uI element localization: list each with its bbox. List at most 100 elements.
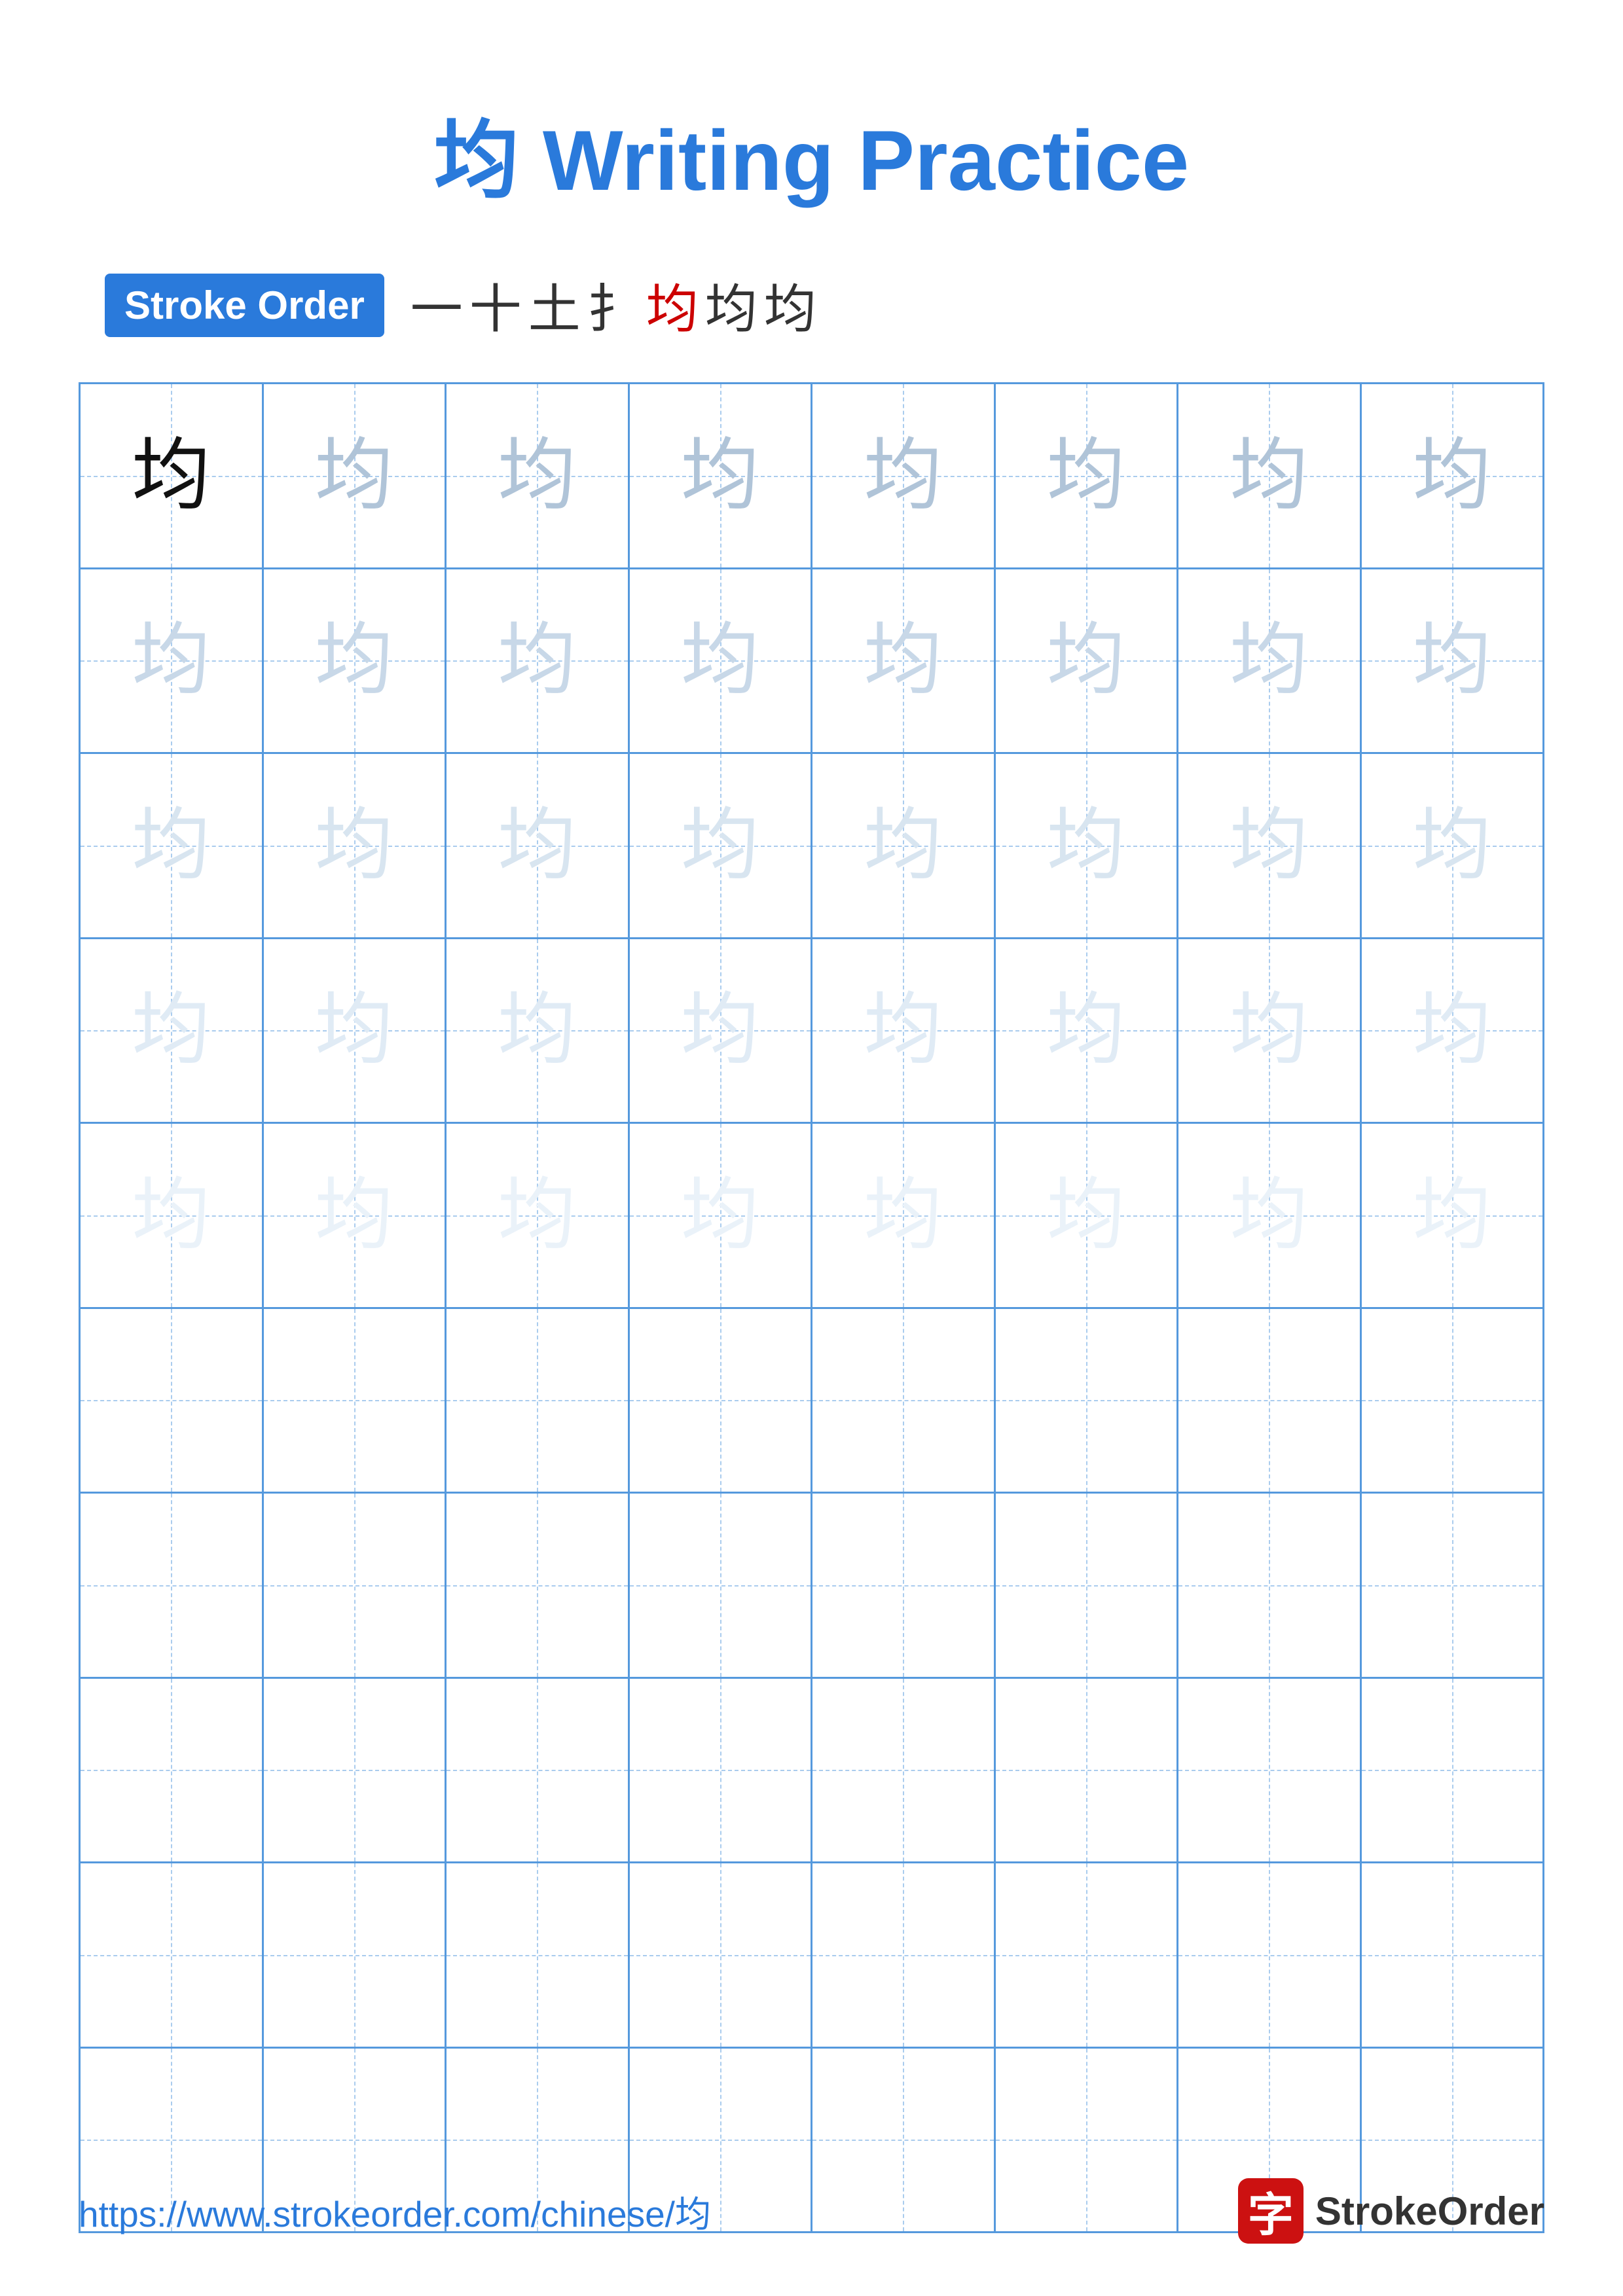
grid-cell: 均 (630, 384, 813, 567)
char-display: 均 (315, 1176, 393, 1255)
grid-row (81, 1863, 1542, 2049)
grid-cell (1178, 1309, 1362, 1492)
grid-cell (996, 1863, 1179, 2047)
grid-cell (1178, 1863, 1362, 2047)
grid-cell: 均 (996, 939, 1179, 1122)
practice-grid: 均 均 均 均 均 均 均 均 均 均 均 均 均 均 均 均 均 均 均 均 … (79, 382, 1544, 2233)
char-display: 均 (1230, 1176, 1308, 1255)
grid-row: 均 均 均 均 均 均 均 均 (81, 754, 1542, 939)
grid-cell: 均 (264, 754, 447, 937)
grid-cell: 均 (996, 754, 1179, 937)
char-display: 均 (1047, 806, 1125, 885)
grid-cell: 均 (264, 939, 447, 1122)
char-display: 均 (864, 621, 942, 700)
grid-cell: 均 (1362, 569, 1543, 753)
grid-row: 均 均 均 均 均 均 均 均 (81, 569, 1542, 755)
footer-logo-icon: 字 (1238, 2178, 1304, 2244)
grid-cell: 均 (264, 569, 447, 753)
grid-cell: 均 (996, 569, 1179, 753)
grid-cell (1178, 1679, 1362, 1862)
grid-cell: 均 (812, 939, 996, 1122)
grid-cell: 均 (812, 1124, 996, 1307)
grid-row (81, 1494, 1542, 1679)
grid-cell (264, 1494, 447, 1677)
char-display: 均 (681, 1176, 759, 1255)
grid-cell: 均 (630, 1124, 813, 1307)
stroke-order-row: Stroke Order 一 十 土 扌 均 均 均 (105, 267, 1544, 343)
grid-cell (630, 1863, 813, 2047)
grid-cell: 均 (447, 1124, 630, 1307)
grid-cell (996, 1494, 1179, 1677)
char-display: 均 (1047, 437, 1125, 515)
grid-cell: 均 (447, 569, 630, 753)
grid-cell: 均 (1178, 754, 1362, 937)
grid-cell: 均 (81, 939, 264, 1122)
grid-row: 均 均 均 均 均 均 均 均 (81, 384, 1542, 569)
stroke-3: 土 (528, 267, 581, 343)
char-display: 均 (498, 621, 576, 700)
char-display: 均 (864, 806, 942, 885)
char-display: 均 (1413, 621, 1491, 700)
char-display: 均 (681, 621, 759, 700)
stroke-4: 扌 (587, 267, 640, 343)
stroke-2: 十 (469, 267, 522, 343)
stroke-5: 均 (646, 267, 699, 343)
grid-cell (81, 1863, 264, 2047)
char-display: 均 (132, 1176, 210, 1255)
grid-cell (812, 1494, 996, 1677)
grid-cell (264, 1679, 447, 1862)
grid-cell (1362, 1863, 1543, 2047)
char-display: 均 (681, 437, 759, 515)
grid-cell (81, 1309, 264, 1492)
grid-cell: 均 (812, 754, 996, 937)
grid-cell (81, 1679, 264, 1862)
grid-cell: 均 (81, 384, 264, 567)
grid-cell: 均 (81, 1124, 264, 1307)
grid-cell: 均 (996, 384, 1179, 567)
grid-cell (996, 1309, 1179, 1492)
footer: https://www.strokeorder.com/chinese/均 字 … (79, 2178, 1544, 2244)
char-display: 均 (498, 1176, 576, 1255)
char-display: 均 (1047, 621, 1125, 700)
grid-cell: 均 (812, 384, 996, 567)
char-display: 均 (864, 437, 942, 515)
grid-cell: 均 (81, 754, 264, 937)
grid-cell: 均 (1362, 939, 1543, 1122)
footer-logo: 字 StrokeOrder (1238, 2178, 1544, 2244)
grid-cell (812, 1863, 996, 2047)
grid-cell (812, 1679, 996, 1862)
char-display: 均 (315, 621, 393, 700)
grid-cell: 均 (447, 939, 630, 1122)
grid-cell: 均 (1178, 1124, 1362, 1307)
char-display: 均 (1230, 991, 1308, 1069)
char-display: 均 (315, 991, 393, 1069)
char-display: 均 (498, 806, 576, 885)
char-display: 均 (498, 437, 576, 515)
char-display: 均 (1230, 621, 1308, 700)
stroke-sequence: 一 十 土 扌 均 均 均 (410, 267, 816, 343)
grid-cell: 均 (1178, 939, 1362, 1122)
stroke-7: 均 (764, 267, 816, 343)
grid-cell: 均 (81, 569, 264, 753)
char-display: 均 (1413, 991, 1491, 1069)
grid-cell (264, 1309, 447, 1492)
grid-cell: 均 (447, 384, 630, 567)
stroke-1: 一 (410, 267, 463, 343)
grid-cell: 均 (812, 569, 996, 753)
grid-cell: 均 (630, 939, 813, 1122)
stroke-order-badge: Stroke Order (105, 274, 384, 337)
grid-cell: 均 (264, 384, 447, 567)
grid-cell (996, 1679, 1179, 1862)
grid-cell (1362, 1309, 1543, 1492)
grid-cell (264, 1863, 447, 2047)
title-writing-practice: Writing Practice (543, 113, 1189, 208)
grid-cell (447, 1679, 630, 1862)
footer-url[interactable]: https://www.strokeorder.com/chinese/均 (79, 2185, 711, 2237)
grid-cell (630, 1494, 813, 1677)
grid-row (81, 1679, 1542, 1864)
char-display: 均 (864, 1176, 942, 1255)
char-display: 均 (498, 991, 576, 1069)
grid-cell (630, 1679, 813, 1862)
grid-row: 均 均 均 均 均 均 均 均 (81, 1124, 1542, 1309)
char-display: 均 (1230, 806, 1308, 885)
